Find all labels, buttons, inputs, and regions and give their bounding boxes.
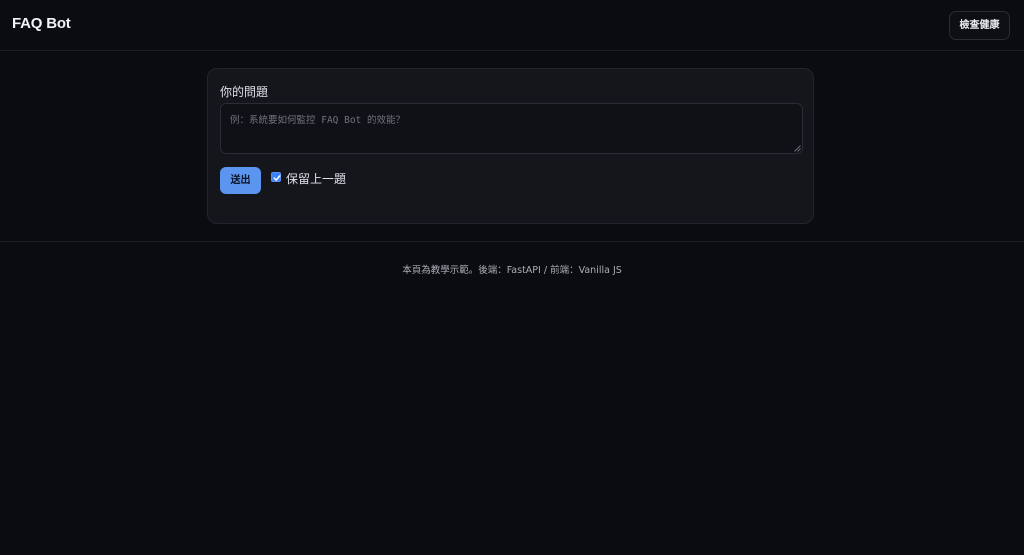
health-check-button[interactable]: 檢查健康 bbox=[949, 11, 1010, 40]
keep-previous-checkbox[interactable] bbox=[271, 172, 281, 182]
question-input[interactable] bbox=[220, 103, 803, 154]
resize-grip-icon[interactable] bbox=[794, 145, 801, 152]
footer-note: 本頁為教學示範。後端：FastAPI / 前端：Vanilla JS bbox=[402, 265, 622, 276]
question-label: 你的問題 bbox=[220, 85, 269, 99]
send-button[interactable]: 送出 bbox=[220, 167, 261, 194]
footer-divider bbox=[0, 241, 1024, 242]
checkmark-icon bbox=[273, 175, 281, 181]
app-title: FAQ Bot bbox=[12, 15, 71, 32]
keep-previous-label[interactable]: 保留上一題 bbox=[286, 170, 346, 187]
question-card: 你的問題 送出 保留上一題 bbox=[207, 68, 814, 224]
top-bar: FAQ Bot 檢查健康 bbox=[0, 0, 1024, 51]
